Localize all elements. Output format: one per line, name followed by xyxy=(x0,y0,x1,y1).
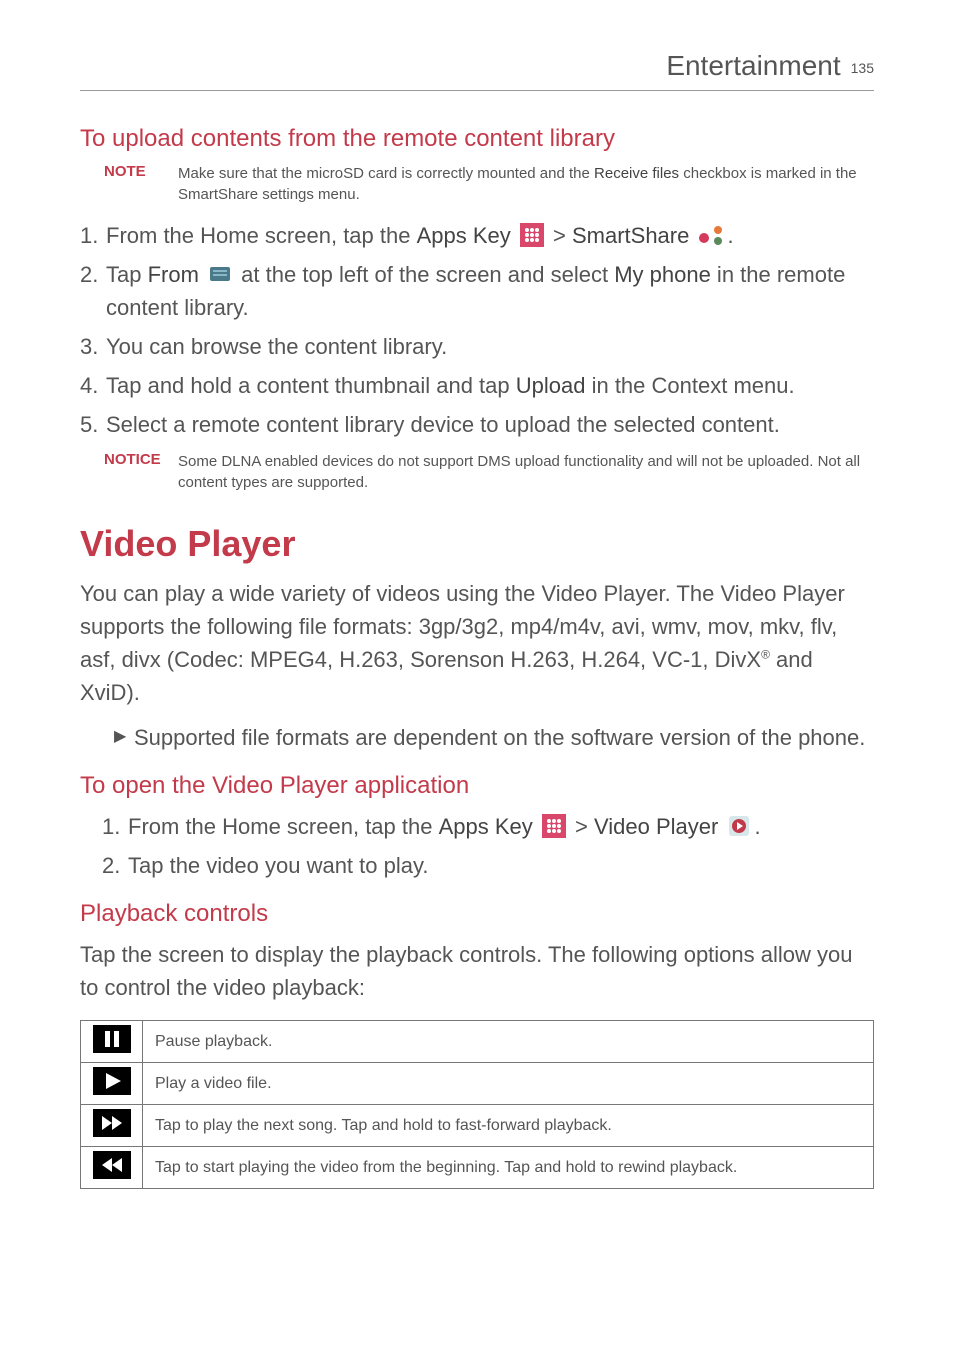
table-row: Tap to start playing the video from the … xyxy=(81,1147,874,1189)
reg-mark: ® xyxy=(761,648,770,662)
playback-para: Tap the screen to display the playback c… xyxy=(80,938,874,1004)
step-body: From the Home screen, tap the Apps Key >… xyxy=(128,810,874,843)
t: Tap xyxy=(106,262,148,287)
step-num: 1. xyxy=(102,810,128,843)
step-body: Tap and hold a content thumbnail and tap… xyxy=(106,369,874,402)
controls-table: Pause playback. Play a video file. Tap t… xyxy=(80,1020,874,1189)
table-row: Pause playback. xyxy=(81,1021,874,1063)
notice-label: NOTICE xyxy=(104,451,178,493)
apps-key-icon xyxy=(542,814,566,838)
cell-text: Play a video file. xyxy=(143,1063,874,1105)
notice-row: NOTICE Some DLNA enabled devices do not … xyxy=(80,451,874,493)
forward-icon-cell xyxy=(81,1105,143,1147)
t: You can play a wide variety of videos us… xyxy=(80,581,845,672)
note-bold: Receive files xyxy=(594,165,679,182)
table-row: Tap to play the next song. Tap and hold … xyxy=(81,1105,874,1147)
t: From the Home screen, tap the xyxy=(128,814,439,839)
t: My phone xyxy=(614,262,711,287)
upload-steps: 1. From the Home screen, tap the Apps Ke… xyxy=(80,219,874,441)
from-icon xyxy=(208,264,232,284)
t: Video Player xyxy=(594,814,718,839)
step-num: 2. xyxy=(102,849,128,882)
t: at the top left of the screen and select xyxy=(241,262,614,287)
open-video-heading: To open the Video Player application xyxy=(80,772,874,800)
bullet-marker-icon: ▶ xyxy=(114,721,134,754)
step-2: 2. Tap From at the top left of the scree… xyxy=(80,258,874,324)
step-3: 3. You can browse the content library. xyxy=(80,330,874,363)
t: From xyxy=(148,262,199,287)
play-icon-cell xyxy=(81,1063,143,1105)
pause-icon-cell xyxy=(81,1021,143,1063)
rewind-icon-cell xyxy=(81,1147,143,1189)
note-part-a: Make sure that the microSD card is corre… xyxy=(178,165,594,182)
video-player-para: You can play a wide variety of videos us… xyxy=(80,577,874,709)
step-body: Tap the video you want to play. xyxy=(128,849,874,882)
video-player-title: Video Player xyxy=(80,523,874,565)
step-num: 1. xyxy=(80,219,106,252)
page-header: Entertainment 135 xyxy=(80,50,874,91)
bullet-row: ▶ Supported file formats are dependent o… xyxy=(114,721,874,754)
t: SmartShare xyxy=(572,223,689,248)
smartshare-icon xyxy=(698,224,724,246)
bullet-body: Supported file formats are dependent on … xyxy=(134,721,865,754)
page-number: 135 xyxy=(851,60,874,76)
step-2: 2. Tap the video you want to play. xyxy=(80,849,874,882)
step-1: 1. From the Home screen, tap the Apps Ke… xyxy=(80,810,874,843)
t: Tap and hold a content thumbnail and tap xyxy=(106,373,516,398)
rewind-icon xyxy=(93,1166,131,1183)
step-body: You can browse the content library. xyxy=(106,330,874,363)
step-body: Select a remote content library device t… xyxy=(106,408,874,441)
cell-text: Tap to play the next song. Tap and hold … xyxy=(143,1105,874,1147)
notice-text: Some DLNA enabled devices do not support… xyxy=(178,451,874,493)
open-steps: 1. From the Home screen, tap the Apps Ke… xyxy=(80,810,874,882)
fast-forward-icon xyxy=(93,1124,131,1141)
t: . xyxy=(754,814,760,839)
note-text: Make sure that the microSD card is corre… xyxy=(178,163,874,205)
step-num: 4. xyxy=(80,369,106,402)
upload-heading: To upload contents from the remote conte… xyxy=(80,125,874,153)
t: Apps Key xyxy=(417,223,511,248)
apps-key-icon xyxy=(520,223,544,247)
step-num: 3. xyxy=(80,330,106,363)
playback-heading: Playback controls xyxy=(80,900,874,928)
play-icon xyxy=(93,1082,131,1099)
step-4: 4. Tap and hold a content thumbnail and … xyxy=(80,369,874,402)
step-num: 5. xyxy=(80,408,106,441)
t: > xyxy=(553,223,572,248)
note-label: NOTE xyxy=(104,163,178,205)
t: . xyxy=(727,223,733,248)
t: > xyxy=(575,814,594,839)
table-row: Play a video file. xyxy=(81,1063,874,1105)
pause-icon xyxy=(93,1040,131,1057)
cell-text: Tap to start playing the video from the … xyxy=(143,1147,874,1189)
step-body: From the Home screen, tap the Apps Key >… xyxy=(106,219,874,252)
step-5: 5. Select a remote content library devic… xyxy=(80,408,874,441)
note-row: NOTE Make sure that the microSD card is … xyxy=(80,163,874,205)
t: in the Context menu. xyxy=(585,373,794,398)
t: Upload xyxy=(516,373,586,398)
step-body: Tap From at the top left of the screen a… xyxy=(106,258,874,324)
cell-text: Pause playback. xyxy=(143,1021,874,1063)
step-num: 2. xyxy=(80,258,106,324)
t: From the Home screen, tap the xyxy=(106,223,417,248)
step-1: 1. From the Home screen, tap the Apps Ke… xyxy=(80,219,874,252)
t: Apps Key xyxy=(439,814,533,839)
video-player-icon xyxy=(727,814,751,838)
header-title: Entertainment xyxy=(666,50,840,82)
